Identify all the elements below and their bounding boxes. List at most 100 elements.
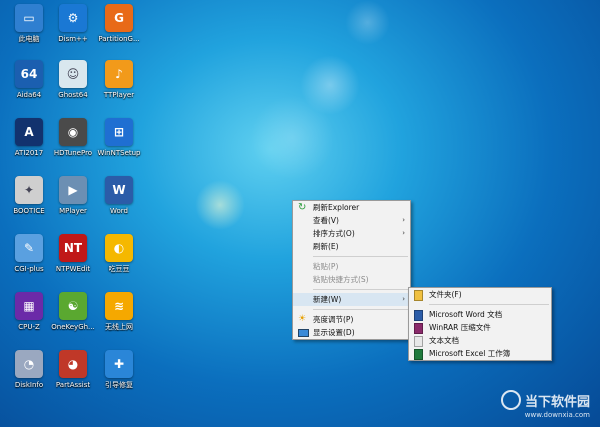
text-doc-icon: [414, 336, 423, 347]
menu-item[interactable]: Microsoft Excel 工作簿: [409, 347, 551, 360]
partassist-icon: ◕: [59, 350, 87, 378]
desktop-icon-boot-repair[interactable]: ✚ 引导修复: [96, 348, 142, 404]
desktop-icon-cgi-plus[interactable]: ✎ CGI-plus: [6, 232, 52, 288]
menu-separator: [313, 256, 408, 257]
desktop-icon-label: 此电脑: [18, 35, 40, 43]
menu-item-label: WinRAR 压缩文件: [429, 323, 491, 332]
menu-item[interactable]: 显示设置(D): [293, 326, 410, 339]
desktop-icon-gear[interactable]: ⚙ Dism++: [50, 2, 96, 58]
menu-item[interactable]: 排序方式(O) ›: [293, 227, 410, 240]
ghost-icon: ☺: [59, 60, 87, 88]
menu-item[interactable]: Microsoft Word 文档: [409, 308, 551, 321]
watermark: 当下软件园 www.downxia.com: [500, 390, 590, 419]
desktop-icon-mplayer[interactable]: ▶ MPlayer: [50, 174, 96, 230]
desktop-icon-onekeyghost[interactable]: ☯ OneKeyGh...: [50, 290, 96, 346]
bootice-icon: ✦: [15, 176, 43, 204]
bokeh-light: [195, 180, 245, 230]
desktop-icon-partassist[interactable]: ◕ PartAssist: [50, 348, 96, 404]
winntsetup-icon: ⊞: [105, 118, 133, 146]
menu-item-label: 文本文档: [429, 336, 459, 345]
desktop-icon-label: Aida64: [16, 91, 42, 99]
menu-item[interactable]: 文件夹(F): [409, 288, 551, 301]
menu-item[interactable]: WinRAR 压缩文件: [409, 321, 551, 334]
ttplayer-icon: ♪: [105, 60, 133, 88]
watermark-logo-icon: [500, 390, 521, 410]
new-submenu: 文件夹(F) Microsoft Word 文档 WinRAR 压缩文件 文本文档 Mi…: [408, 287, 552, 361]
word-icon: W: [105, 176, 133, 204]
desktop-icon-aida64[interactable]: 64 Aida64: [6, 58, 52, 114]
aida64-icon: 64: [15, 60, 43, 88]
desktop-icon-label: OneKeyGh...: [51, 323, 95, 331]
chevron-right-icon: ›: [402, 216, 405, 224]
wifi-icon: ≋: [105, 292, 133, 320]
display-icon: [298, 329, 309, 337]
menu-item-label: Microsoft Excel 工作簿: [429, 349, 511, 358]
watermark-url: www.downxia.com: [524, 411, 590, 419]
desktop-icon-label: Dism++: [58, 35, 88, 43]
desktop-icon-cpu-z[interactable]: ▦ CPU-Z: [6, 290, 52, 346]
diskinfo-icon: ◔: [15, 350, 43, 378]
desktop-icon-label: DiskInfo: [14, 381, 44, 389]
ati-icon: A: [15, 118, 43, 146]
desktop-icon-computer[interactable]: ▭ 此电脑: [6, 2, 52, 58]
context-menu: ↻ 刷新Explorer 查看(V) › 排序方式(O) › 刷新(E) 粘贴(P) 粘贴快捷方…: [292, 200, 411, 340]
bokeh-light: [345, 0, 390, 45]
desktop-icon-label: 无线上网: [105, 323, 133, 331]
desktop-icon-label: 吃豆豆: [108, 265, 130, 273]
desktop-icon-ghost[interactable]: ☺ Ghost64: [50, 58, 96, 114]
menu-item[interactable]: 刷新(E): [293, 240, 410, 253]
menu-separator: [429, 304, 549, 305]
desktop-icon-label: BOOTICE: [13, 207, 45, 215]
menu-item-label: 刷新Explorer: [313, 203, 360, 212]
desktop-icon-ntpwedit[interactable]: NT NTPWEdit: [50, 232, 96, 288]
menu-item-label: 新建(W): [313, 295, 342, 304]
desktop-icon-diskinfo[interactable]: ◔ DiskInfo: [6, 348, 52, 404]
menu-item-label: 文件夹(F): [429, 290, 462, 299]
menu-separator: [313, 289, 408, 290]
desktop-icon-label: HDTunePro: [53, 149, 93, 157]
desktop-icon-label: Ghost64: [58, 91, 88, 99]
winrar-icon: [414, 323, 423, 334]
pacman-icon: ◐: [105, 234, 133, 262]
desktop-icon-partition-guru[interactable]: G PartitionG...: [96, 2, 142, 58]
menu-item-label: 亮度调节(P): [313, 315, 354, 324]
boot-repair-icon: ✚: [105, 350, 133, 378]
brightness-icon: ☀: [298, 314, 307, 324]
menu-item: 粘贴快捷方式(S): [293, 273, 410, 286]
menu-item[interactable]: ↻ 刷新Explorer: [293, 201, 410, 214]
desktop-icon-wifi[interactable]: ≋ 无线上网: [96, 290, 142, 346]
desktop-icon-label: CGI-plus: [14, 265, 44, 273]
desktop-icon-label: NTPWEdit: [55, 265, 91, 273]
computer-icon: ▭: [15, 4, 43, 32]
menu-item: 粘贴(P): [293, 260, 410, 273]
desktop-icon-winntsetup[interactable]: ⊞ WinNTSetup: [96, 116, 142, 172]
desktop-icon-label: Word: [110, 207, 128, 215]
desktop-icon-pacman[interactable]: ◐ 吃豆豆: [96, 232, 142, 288]
chevron-right-icon: ›: [402, 295, 405, 303]
desktop-icon-bootice[interactable]: ✦ BOOTICE: [6, 174, 52, 230]
desktop-icon-label: CPU-Z: [18, 323, 40, 331]
menu-item-label: 刷新(E): [313, 242, 339, 251]
mplayer-icon: ▶: [59, 176, 87, 204]
menu-item[interactable]: 新建(W) ›: [293, 293, 410, 306]
menu-item[interactable]: 文本文档: [409, 334, 551, 347]
ntpwedit-icon: NT: [59, 234, 87, 262]
desktop-icon-ttplayer[interactable]: ♪ TTPlayer: [96, 58, 142, 114]
menu-item-label: 显示设置(D): [313, 328, 355, 337]
desktop-icon-label: TTPlayer: [103, 91, 135, 99]
desktop-icon-hdtune[interactable]: ◉ HDTunePro: [50, 116, 96, 172]
desktop-icon-label: WinNTSetup: [97, 149, 141, 157]
refresh-icon: ↻: [298, 202, 307, 213]
desktop-icon-word[interactable]: W Word: [96, 174, 142, 230]
cgi-plus-icon: ✎: [15, 234, 43, 262]
cpu-z-icon: ▦: [15, 292, 43, 320]
desktop-icon-label: PartAssist: [55, 381, 91, 389]
menu-item[interactable]: 查看(V) ›: [293, 214, 410, 227]
excel-icon: [414, 349, 423, 360]
menu-item[interactable]: ☀ 亮度调节(P): [293, 313, 410, 326]
desktop-icon-label: ATI2017: [14, 149, 44, 157]
desktop-icon-label: 引导修复: [105, 381, 133, 389]
partition-guru-icon: G: [105, 4, 133, 32]
desktop-icon-ati[interactable]: A ATI2017: [6, 116, 52, 172]
hdtune-icon: ◉: [59, 118, 87, 146]
